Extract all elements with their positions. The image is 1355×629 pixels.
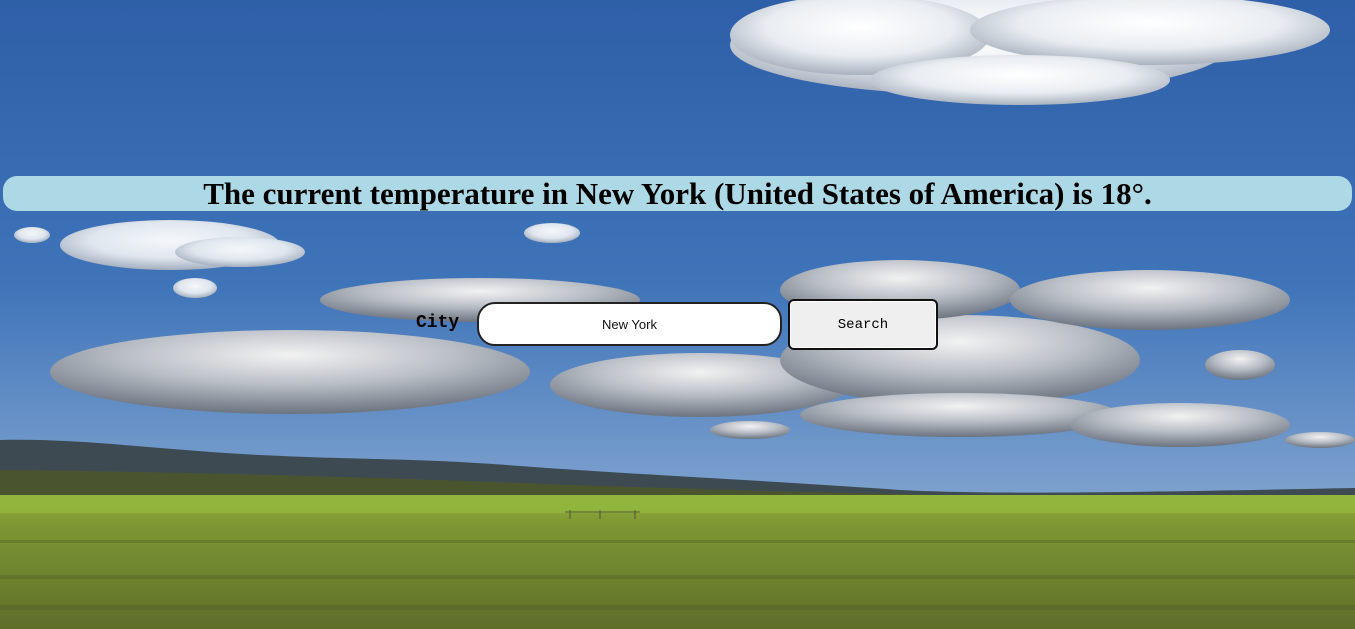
search-button-label: Search: [837, 316, 889, 333]
temperature-message: The current temperature in New York (Uni…: [203, 175, 1152, 211]
search-button[interactable]: Search: [788, 299, 938, 350]
city-search-form: City Search: [0, 298, 1355, 352]
city-input[interactable]: [477, 302, 782, 346]
temperature-banner: The current temperature in New York (Uni…: [3, 176, 1352, 211]
city-label: City: [416, 313, 460, 333]
